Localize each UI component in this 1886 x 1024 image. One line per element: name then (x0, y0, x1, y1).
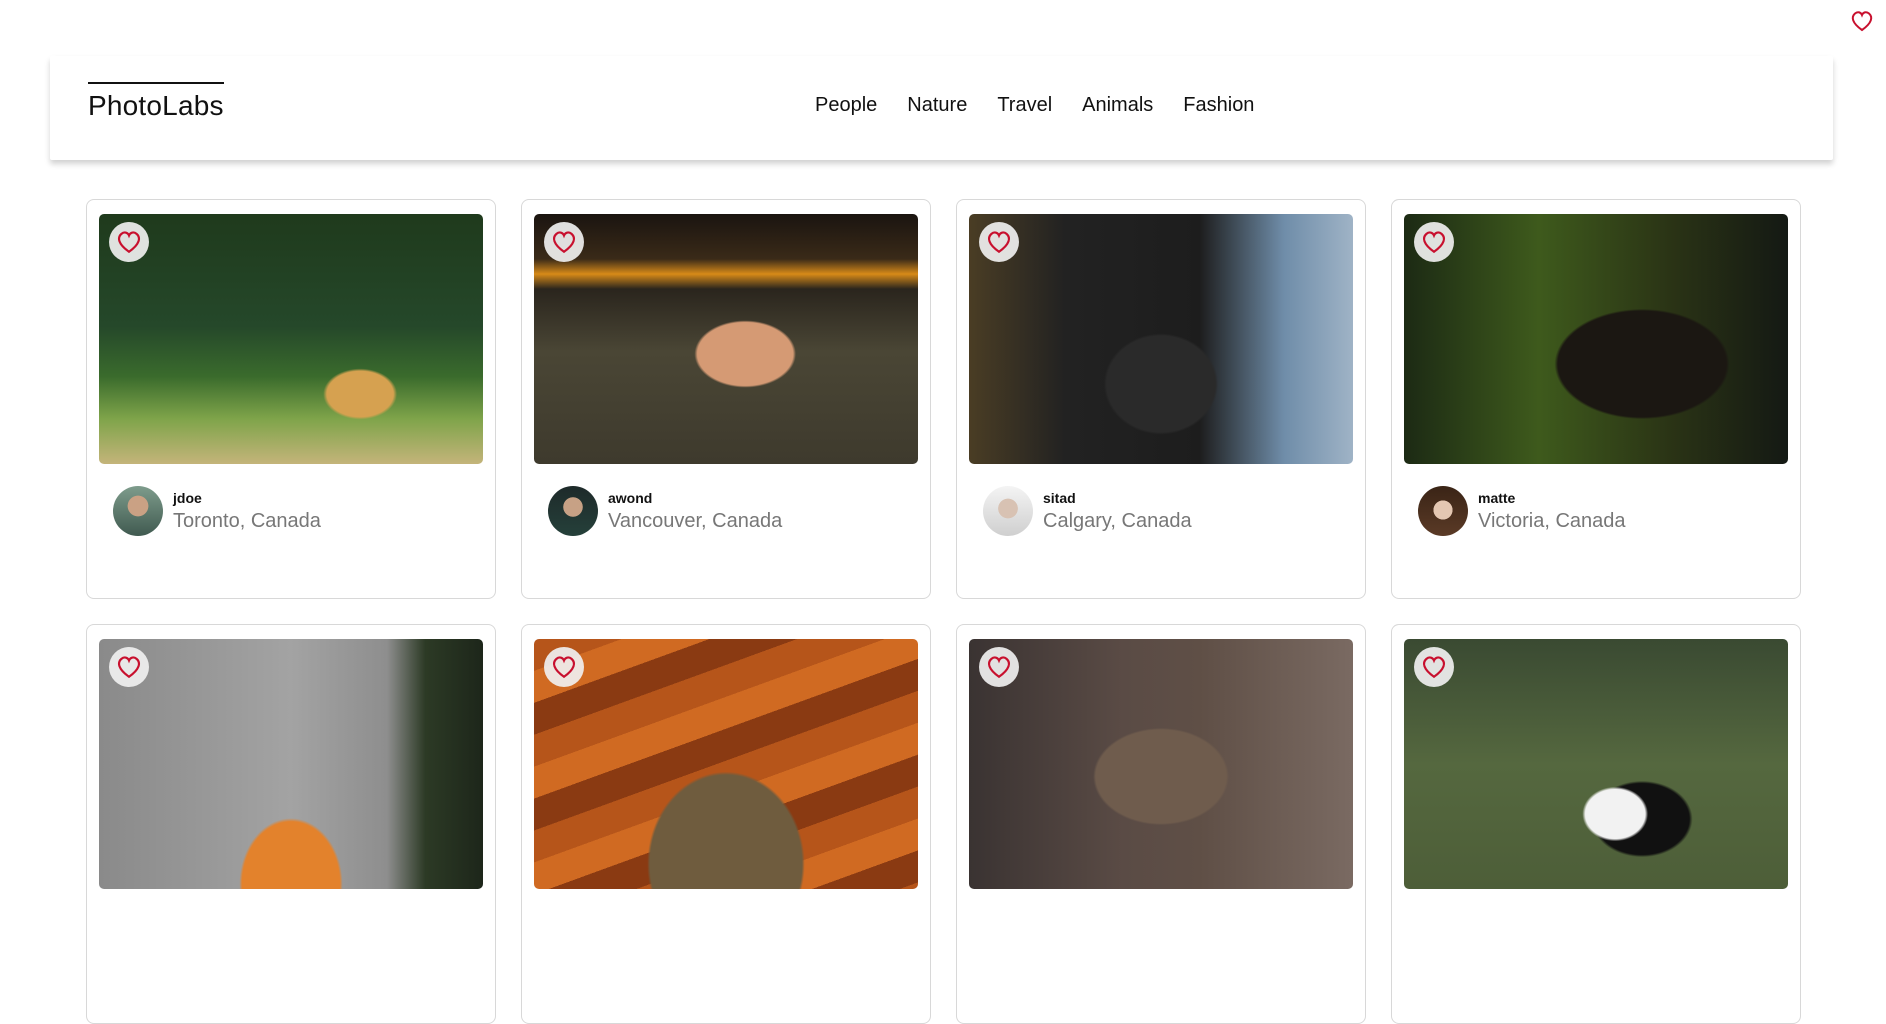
user-location: Toronto, Canada (173, 509, 321, 532)
heart-icon (117, 231, 141, 254)
user-location: Victoria, Canada (1478, 509, 1626, 532)
like-button[interactable] (544, 222, 584, 262)
photo-image[interactable] (969, 639, 1353, 889)
photo-card (521, 624, 931, 1024)
heart-icon (987, 656, 1011, 679)
avatar (1418, 486, 1468, 536)
avatar (983, 486, 1033, 536)
like-button[interactable] (979, 647, 1019, 687)
photo-image[interactable] (1404, 639, 1788, 889)
photo-image[interactable] (534, 214, 918, 464)
topic-fashion[interactable]: Fashion (1183, 94, 1254, 117)
user-info: jdoe Toronto, Canada (99, 486, 483, 536)
heart-icon (1851, 11, 1873, 32)
photo-image[interactable] (1404, 214, 1788, 464)
user-location: Vancouver, Canada (608, 509, 783, 532)
user-info: sitad Calgary, Canada (969, 486, 1353, 536)
heart-icon (1422, 656, 1446, 679)
like-button[interactable] (544, 647, 584, 687)
topic-animals[interactable]: Animals (1082, 94, 1153, 117)
heart-icon (987, 231, 1011, 254)
heart-icon (552, 656, 576, 679)
like-button[interactable] (1414, 222, 1454, 262)
like-button[interactable] (109, 222, 149, 262)
photo-card: jdoe Toronto, Canada (86, 199, 496, 599)
logo[interactable]: PhotoLabs (88, 82, 224, 122)
heart-icon (117, 656, 141, 679)
photo-grid: jdoe Toronto, Canada awond Vancouver, Ca… (86, 199, 1801, 1024)
photo-card (86, 624, 496, 1024)
photo-card (1391, 624, 1801, 1024)
like-button[interactable] (109, 647, 149, 687)
photo-image[interactable] (99, 214, 483, 464)
photo-image[interactable] (969, 214, 1353, 464)
topic-people[interactable]: People (815, 94, 877, 117)
photo-card: matte Victoria, Canada (1391, 199, 1801, 599)
avatar (548, 486, 598, 536)
username: sitad (1043, 489, 1076, 506)
username: matte (1478, 489, 1516, 506)
photo-image[interactable] (99, 639, 483, 889)
topic-nature[interactable]: Nature (907, 94, 967, 117)
topic-list: People Nature Travel Animals Fashion (815, 94, 1254, 117)
heart-icon (1422, 231, 1446, 254)
like-button[interactable] (979, 222, 1019, 262)
user-info: awond Vancouver, Canada (534, 486, 918, 536)
top-navigation-bar: PhotoLabs People Nature Travel Animals F… (50, 56, 1833, 160)
favorites-icon[interactable] (1849, 8, 1875, 34)
photo-card: sitad Calgary, Canada (956, 199, 1366, 599)
heart-icon (552, 231, 576, 254)
username: jdoe (173, 489, 202, 506)
photo-image[interactable] (534, 639, 918, 889)
like-button[interactable] (1414, 647, 1454, 687)
topic-travel[interactable]: Travel (997, 94, 1052, 117)
photo-card: awond Vancouver, Canada (521, 199, 931, 599)
user-location: Calgary, Canada (1043, 509, 1192, 532)
username: awond (608, 489, 653, 506)
avatar (113, 486, 163, 536)
photo-card (956, 624, 1366, 1024)
user-info: matte Victoria, Canada (1404, 486, 1788, 536)
